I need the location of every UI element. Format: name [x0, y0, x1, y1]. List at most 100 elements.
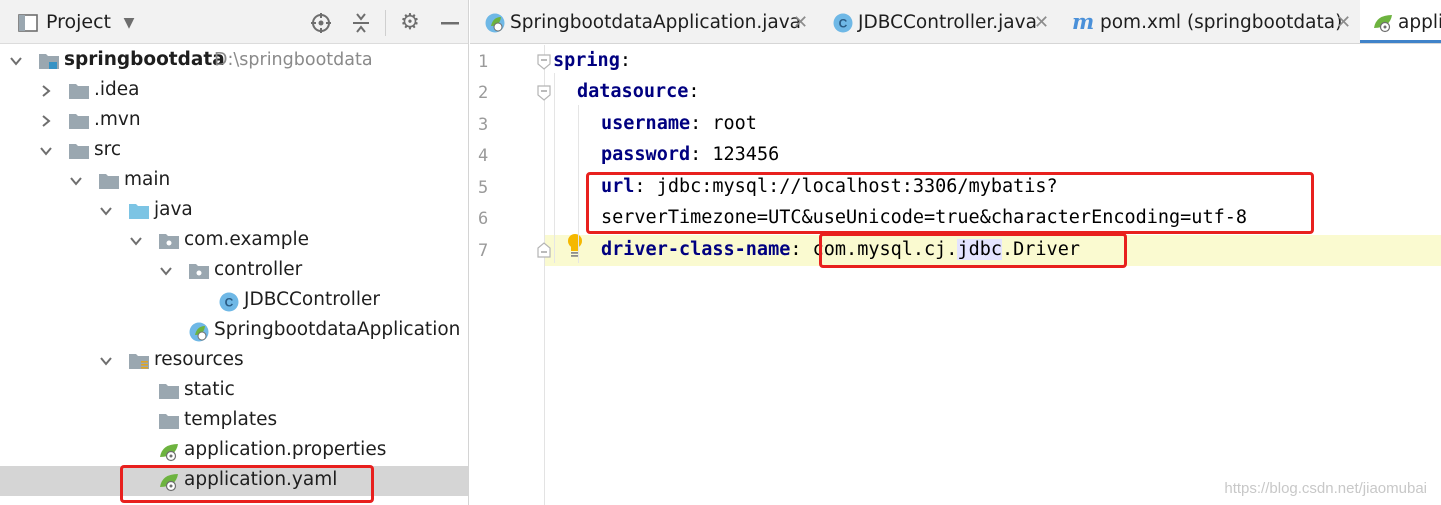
yaml-colon: : — [790, 239, 802, 260]
gear-icon[interactable]: ⚙ — [398, 11, 422, 35]
close-icon[interactable]: ✕ — [1336, 12, 1351, 33]
spring-config-icon — [1372, 12, 1394, 34]
code-line-2: datasource: — [577, 81, 700, 102]
chevron-down-icon[interactable] — [8, 53, 24, 69]
folder-icon — [68, 111, 90, 131]
svg-text:C: C — [839, 17, 848, 31]
project-tool-window: Project ▼ ⚙ springbootdata D:\springboot… — [0, 0, 469, 505]
tree-label: java — [154, 199, 193, 220]
yaml-value: 123456 — [712, 144, 780, 165]
tree-row-mvn[interactable]: .mvn — [0, 106, 468, 136]
fold-marker-icon[interactable] — [537, 54, 551, 70]
fold-marker-icon[interactable] — [537, 85, 551, 101]
tree-label: src — [94, 139, 122, 160]
maven-icon: m — [1072, 9, 1095, 34]
chevron-down-icon[interactable] — [158, 263, 174, 279]
folder-icon — [68, 81, 90, 101]
tree-label: main — [124, 169, 171, 190]
yaml-key: username — [601, 113, 691, 134]
yaml-colon: : — [688, 81, 700, 102]
tree-row-java[interactable]: java — [0, 196, 468, 226]
tab-application-yaml[interactable]: appli — [1360, 0, 1441, 43]
folder-icon — [68, 141, 90, 161]
yaml-colon: : — [690, 113, 702, 134]
code-editor[interactable]: 1 2 3 4 5 6 7 spring: datasource: userna… — [470, 45, 1441, 505]
spring-boot-class-icon — [188, 321, 210, 342]
project-tree: springbootdata D:\springbootdata .idea .… — [0, 46, 468, 505]
active-tab-indicator — [1360, 40, 1441, 43]
lightbulb-icon[interactable] — [566, 233, 584, 259]
chevron-down-icon[interactable]: ▼ — [117, 11, 141, 35]
close-icon[interactable]: ✕ — [1034, 12, 1049, 33]
package-icon — [188, 261, 210, 281]
tree-label: com.example — [184, 229, 310, 250]
editor-tab-bar: SpringbootdataApplication.java ✕ C JDBCC… — [470, 0, 1441, 44]
resources-folder-icon — [128, 351, 150, 371]
line-number: 3 — [478, 115, 489, 135]
indent-guide — [554, 73, 555, 263]
yaml-value: root — [712, 113, 757, 134]
code-line-3: username: root — [601, 113, 757, 134]
annotation-box-url — [586, 172, 1314, 234]
spring-config-icon — [158, 441, 180, 462]
module-path: D:\springbootdata — [214, 50, 373, 70]
tree-row-src[interactable]: src — [0, 136, 468, 166]
code-line-4: password: 123456 — [601, 144, 779, 165]
spring-boot-class-icon — [484, 12, 506, 34]
tree-label: static — [184, 379, 235, 400]
tree-row-templates[interactable]: templates — [0, 406, 468, 436]
close-icon[interactable]: ✕ — [793, 12, 808, 33]
chevron-down-icon[interactable] — [128, 233, 144, 249]
yaml-colon: : — [619, 50, 631, 71]
chevron-down-icon[interactable] — [98, 353, 114, 369]
project-panel-title[interactable]: Project — [46, 11, 111, 33]
collapse-all-icon[interactable] — [349, 11, 373, 35]
watermark: https://blog.csdn.net/jiaomubai — [1224, 480, 1427, 497]
project-view-icon[interactable] — [16, 11, 40, 35]
tree-label: springbootdata — [64, 49, 225, 70]
tab-jdbccontroller[interactable]: C JDBCController.java ✕ — [820, 0, 1058, 43]
tree-row-springbootdataapplication[interactable]: SpringbootdataApplication — [0, 316, 468, 346]
tree-label: templates — [184, 409, 278, 430]
tree-row-main[interactable]: main — [0, 166, 468, 196]
folder-icon — [158, 411, 180, 431]
tree-row-application-properties[interactable]: application.properties — [0, 436, 468, 466]
source-folder-icon — [128, 201, 150, 221]
folder-icon — [98, 171, 120, 191]
line-number: 1 — [478, 52, 489, 72]
tree-row-idea[interactable]: .idea — [0, 76, 468, 106]
tree-row-jdbccontroller[interactable]: C JDBCController — [0, 286, 468, 316]
locate-icon[interactable] — [309, 11, 333, 35]
chevron-down-icon[interactable] — [98, 203, 114, 219]
tree-label: controller — [214, 259, 303, 280]
package-icon — [158, 231, 180, 251]
chevron-down-icon[interactable] — [38, 143, 54, 159]
fold-end-marker-icon[interactable] — [537, 242, 551, 258]
tree-row-controller[interactable]: controller — [0, 256, 468, 286]
project-panel-header: Project ▼ ⚙ — [0, 0, 468, 44]
tab-label: SpringbootdataApplication.java — [510, 12, 802, 33]
tree-row-com-example[interactable]: com.example — [0, 226, 468, 256]
yaml-key: datasource — [577, 81, 689, 102]
code-line-1: spring: — [553, 50, 631, 71]
annotation-box-driver — [819, 233, 1127, 268]
indent-guide — [578, 105, 579, 263]
module-folder-icon — [38, 51, 60, 71]
line-number: 4 — [478, 146, 489, 166]
yaml-key: spring — [553, 50, 620, 71]
tree-row-resources[interactable]: resources — [0, 346, 468, 376]
tab-pom-xml[interactable]: m pom.xml (springbootdata) ✕ — [1062, 0, 1360, 43]
annotation-box-application-yaml — [120, 465, 374, 503]
line-number: 6 — [478, 209, 489, 229]
tree-row-static[interactable]: static — [0, 376, 468, 406]
chevron-right-icon[interactable] — [38, 83, 54, 99]
tree-label: .mvn — [94, 109, 141, 130]
line-number: 2 — [478, 83, 489, 103]
chevron-right-icon[interactable] — [38, 113, 54, 129]
editor-gutter — [470, 45, 545, 505]
header-divider — [385, 10, 386, 36]
tab-springbootdataapplication[interactable]: SpringbootdataApplication.java ✕ — [470, 0, 816, 43]
tree-row-springbootdata[interactable]: springbootdata D:\springbootdata — [0, 46, 468, 76]
minimize-icon[interactable] — [438, 11, 462, 35]
chevron-down-icon[interactable] — [68, 173, 84, 189]
